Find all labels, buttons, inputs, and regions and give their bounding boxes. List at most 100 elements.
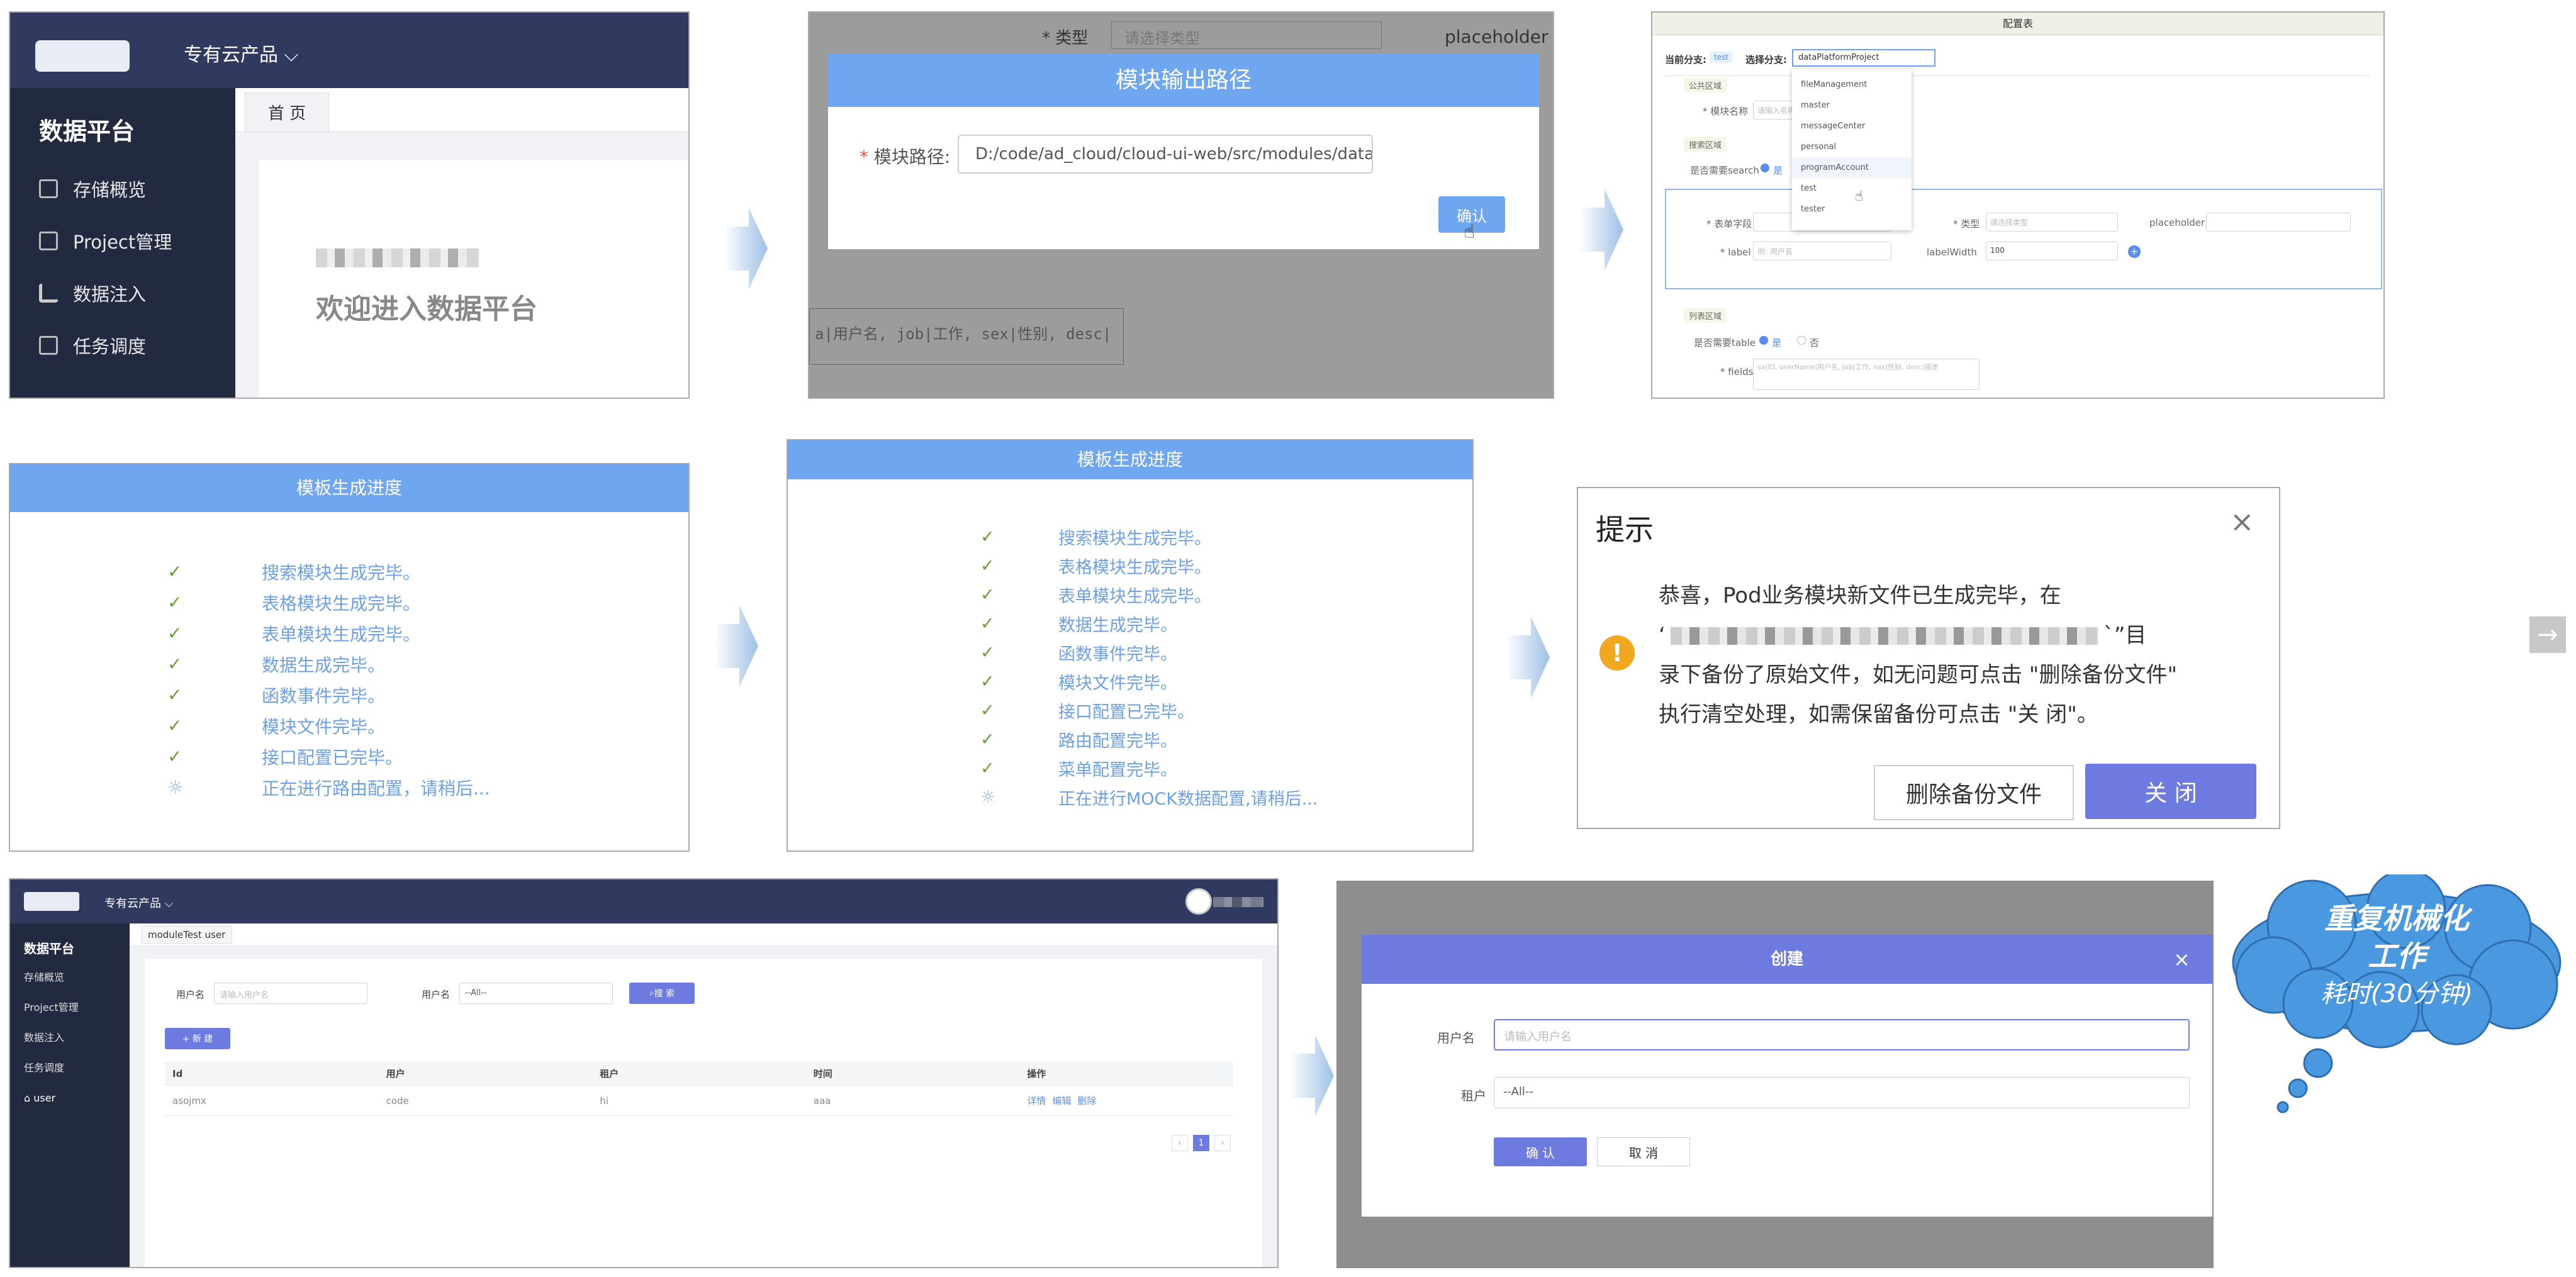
label-placeholder: 例: 用户名 [1757,247,1793,256]
product-menu[interactable]: 专有云产品 ⌵ [184,39,298,67]
cancel-button[interactable]: 取 消 [1597,1137,1690,1166]
dropdown-option[interactable]: messageCenter [1792,116,1912,137]
table-radio-no[interactable] [1797,336,1806,345]
close-icon[interactable]: × [2173,947,2190,971]
close-icon[interactable]: × [2230,505,2254,538]
sidebar-item-data-injection[interactable]: 数据注入 [10,1023,130,1053]
dropdown-option[interactable]: fileManagement [1792,74,1912,95]
username-search-input[interactable]: 请输入用户名 [214,983,367,1004]
notice-line-4: 执行清空处理，如需保留备份可点击 "关 闭"。 [1659,702,2098,727]
tab-home[interactable]: 首 页 [245,92,330,131]
close-button[interactable]: 关 闭 [2085,764,2256,819]
check-icon: ✓ [980,642,995,662]
path-input[interactable]: D:/code/ad_cloud/cloud-ui-web/src/module… [958,135,1373,174]
current-branch-label: 当前分支: [1665,54,1706,65]
delete-backup-button[interactable]: 删除备份文件 [1874,765,2074,820]
sidebar-item-project[interactable]: Project管理 [10,215,235,267]
check-icon: ✓ [980,555,995,576]
bar-chart-icon [39,283,58,303]
dialog-title: 模块输出路径 [828,54,1539,107]
new-button[interactable]: + 新 建 [165,1028,230,1049]
sidebar-item-user[interactable]: ⌂ user [10,1083,130,1113]
bubble-text: 重复机械化 工作 耗时(30分钟) [2217,900,2576,1013]
sidebar-item-project[interactable]: Project管理 [10,993,130,1023]
product-menu[interactable]: 专有云产品 ⌵ [104,895,173,911]
required-mark: * [860,147,868,167]
type-placeholder: 请选择类型 [1990,218,2029,227]
sidebar: 数据平台 存储概览 Project管理 数据注入 任务调度 ⌂ user [10,923,130,1267]
check-icon: ✓ [980,671,995,691]
next-arrow-button[interactable]: → [2529,616,2566,653]
step-text: 数据生成完毕。 [1058,615,1177,635]
label-input[interactable]: 例: 用户名 [1753,242,1891,260]
flow-arrow-icon [724,208,768,289]
dropdown-option[interactable]: test [1792,178,1912,199]
column-header: 用户 [386,1068,405,1079]
section-table: 列表区域 [1684,308,1727,323]
dropdown-option[interactable]: master [1792,95,1912,116]
fields-textarea[interactable]: sa|ID, userName|用户名, job|工作, sex|性别, des… [1753,359,1980,390]
page-number[interactable]: 1 [1193,1135,1209,1151]
step-text: 搜索模块生成完毕。 [262,562,421,583]
type-select[interactable]: 请选择类型 [1986,213,2118,231]
sidebar: 数据平台 存储概览 Project管理 数据注入 任务调度 [10,88,235,398]
bg-type-select: 请选择类型 [1111,21,1382,49]
radio-yes-label: 是 [1773,165,1783,176]
bubble-line-2: 工作 [2368,939,2426,973]
tenant-select[interactable]: --All-- [459,983,613,1004]
dropdown-option[interactable]: personal [1792,137,1912,157]
sidebar-item-storage[interactable]: 存储概览 [10,962,130,993]
sidebar-item-data-injection[interactable]: 数据注入 [10,267,235,319]
table-cell: asojmx [172,1095,206,1107]
table-toggle-label: 是否需要table [1694,337,1756,349]
column-header: Id [172,1068,183,1079]
sidebar-item-scheduling[interactable]: 任务调度 [10,319,235,371]
table-radio-no-label: 否 [1810,337,1820,349]
placeholder-input[interactable] [2206,213,2351,231]
search-label: 搜 索 [654,989,675,999]
page-next-button[interactable]: › [1214,1135,1231,1151]
dropdown-option[interactable]: tester [1792,199,1912,220]
labelwidth-input[interactable]: 100 [1986,242,2118,260]
redacted-path [1670,627,2098,645]
tenant-select[interactable]: --All-- [1494,1077,2190,1108]
dropdown-option[interactable]: programAccount [1792,157,1912,178]
labelwidth-value: 100 [1990,246,2005,255]
table-radio-yes[interactable] [1759,336,1768,345]
check-icon: ✓ [167,746,182,767]
username-input[interactable]: 请输入用户名 [1494,1019,2190,1051]
radio-yes[interactable] [1761,164,1769,172]
table-header: Id 用户 租户 时间 操作 [165,1062,1233,1086]
dialog-title: 创建 [1362,935,2212,984]
sidebar-title: 数据平台 [39,118,135,145]
search-toggle-label: 是否需要search [1690,165,1759,176]
column-header: 时间 [813,1068,832,1079]
tab-module-test-user[interactable]: moduleTest user [141,926,233,944]
sidebar-title: 数据平台 [24,941,74,956]
user-table: Id 用户 租户 时间 操作 asojmx code hi aaa 详情 编辑 … [165,1062,1233,1116]
sidebar-item-scheduling[interactable]: 任务调度 [10,1053,130,1083]
confirm-button[interactable]: 确 认 [1494,1137,1587,1166]
column-header: 操作 [1027,1068,1046,1079]
step-text: 路由配置完毕。 [1058,731,1177,751]
panel-progress-1: 模板生成进度 ✓ 搜索模块生成完毕。 ✓ 表格模块生成完毕。 ✓ 表单模块生成完毕。 … [9,463,690,852]
welcome-text: 欢迎进入数据平台 [316,293,537,325]
quote-open: ‘ [1659,623,1666,648]
detail-link[interactable]: 详情 [1027,1094,1046,1107]
dialog-title: 模板生成进度 [788,440,1472,479]
branch-select[interactable]: dataPlatformProject [1792,49,1935,67]
progress-step: ✓ 函数事件完毕。 [167,679,490,710]
search-button[interactable]: ⌕ 搜 索 [629,983,695,1004]
step-text: 表格模块生成完毕。 [262,593,421,614]
welcome-card: 欢迎进入数据平台 [259,160,688,398]
page-prev-button[interactable]: ‹ [1172,1135,1188,1151]
check-icon: ✓ [167,592,182,613]
avatar[interactable] [1185,888,1212,915]
home-icon: ⌂ [24,1092,34,1104]
delete-link[interactable]: 删除 [1077,1094,1096,1107]
add-icon[interactable]: + [2128,245,2141,258]
edit-link[interactable]: 编辑 [1052,1094,1071,1107]
sidebar-item-storage[interactable]: 存储概览 [10,162,235,215]
progress-step: ✓ 搜索模块生成完毕。 [167,556,490,587]
tab-bar: moduleTest user [130,923,1277,945]
